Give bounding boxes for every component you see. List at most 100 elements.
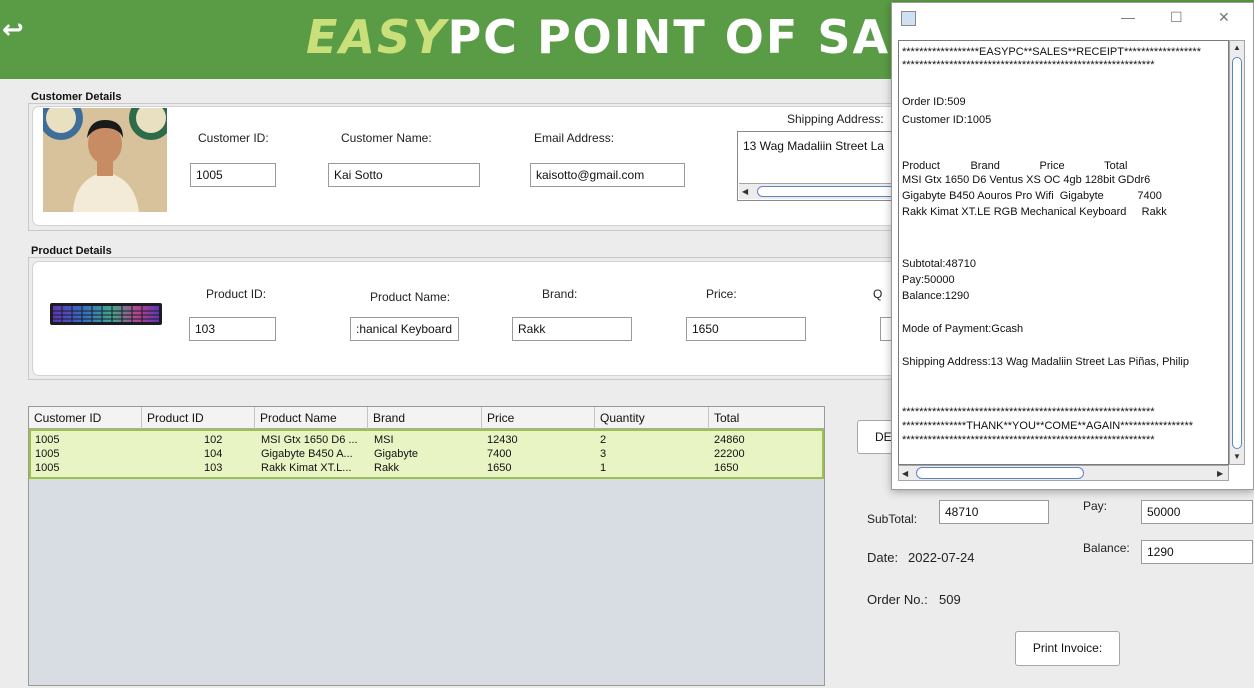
receipt-line: Pay:50000 xyxy=(902,274,955,286)
order-table-header: Customer ID Product ID Product Name Bran… xyxy=(29,407,824,429)
print-invoice-button[interactable]: Print Invoice: xyxy=(1015,631,1120,666)
customer-details-label: Customer Details xyxy=(31,91,122,103)
receipt-line: ****************************************… xyxy=(902,406,1155,418)
price-label: Price: xyxy=(706,287,737,301)
receipt-line: Subtotal:48710 xyxy=(902,258,977,270)
java-app-icon xyxy=(901,11,916,26)
receipt-hscroll[interactable]: ◀ ▶ xyxy=(898,465,1229,481)
quantity-label: Q xyxy=(873,287,883,301)
date-label: Date: xyxy=(867,550,899,565)
title-pc: PC xyxy=(447,10,519,64)
cell-price: 12430 xyxy=(487,434,518,446)
cell-price: 7400 xyxy=(487,448,512,460)
col-quantity[interactable]: Quantity xyxy=(595,407,709,429)
brand-label: Brand: xyxy=(542,287,578,301)
cell-product-name: Rakk Kimat XT.L... xyxy=(261,462,352,474)
price-field[interactable]: 1650 xyxy=(686,317,806,341)
customer-name-field[interactable]: Kai Sotto xyxy=(328,163,480,187)
product-image xyxy=(50,303,162,325)
cell-customer-id: 1005 xyxy=(35,462,60,474)
cell-price: 1650 xyxy=(487,462,512,474)
shipping-scroll-thumb[interactable] xyxy=(757,186,897,197)
cell-customer-id: 1005 xyxy=(35,448,60,460)
cell-product-id: 103 xyxy=(204,462,223,474)
order-table[interactable]: Customer ID Product ID Product Name Bran… xyxy=(28,406,825,686)
minimize-icon[interactable]: — xyxy=(1121,9,1135,25)
receipt-line: Shipping Address:13 Wag Madaliin Street … xyxy=(902,356,1189,368)
receipt-line: ******************EASYPC**SALES**RECEIPT… xyxy=(902,46,1201,58)
cell-product-name: MSI Gtx 1650 D6 ... xyxy=(261,434,358,446)
pay-field[interactable]: 50000 xyxy=(1141,500,1253,524)
scroll-up-icon[interactable]: ▲ xyxy=(1233,43,1241,52)
title-easy: EASY xyxy=(306,10,448,64)
cell-total: 22200 xyxy=(714,448,745,460)
shipping-hscroll[interactable]: ◀ xyxy=(739,183,897,199)
cell-customer-id: 1005 xyxy=(35,434,60,446)
date-value: 2022-07-24 xyxy=(908,550,975,565)
receipt-vscroll[interactable]: ▲ ▼ xyxy=(1229,40,1245,465)
email-field[interactable]: kaisotto@gmail.com xyxy=(530,163,685,187)
col-total[interactable]: Total xyxy=(709,407,824,429)
subtotal-field[interactable]: 48710 xyxy=(939,500,1049,524)
receipt-line: ****************************************… xyxy=(902,59,1155,71)
email-label: Email Address: xyxy=(534,131,615,145)
cell-quantity: 1 xyxy=(600,462,607,474)
receipt-textarea[interactable]: ******************EASYPC**SALES**RECEIPT… xyxy=(898,40,1229,465)
cell-brand: Gigabyte xyxy=(374,448,419,460)
customer-name-label: Customer Name: xyxy=(341,131,432,145)
col-brand[interactable]: Brand xyxy=(368,407,482,429)
receipt-line: Gigabyte B450 Aouros Pro Wifi Gigabyte 7… xyxy=(902,190,1162,202)
table-row[interactable]: 1005 104 Gigabyte B450 A... Gigabyte 740… xyxy=(31,447,822,461)
receipt-hscroll-thumb[interactable] xyxy=(916,467,1084,479)
col-product-name[interactable]: Product Name xyxy=(255,407,368,429)
cell-brand: MSI xyxy=(374,434,394,446)
subtotal-label: SubTotal: xyxy=(867,512,918,526)
product-id-label: Product ID: xyxy=(206,287,267,301)
balance-label: Balance: xyxy=(1083,541,1130,555)
receipt-line: Customer ID:1005 xyxy=(902,114,992,126)
table-row[interactable]: 1005 103 Rakk Kimat XT.L... Rakk 1650 1 … xyxy=(31,461,822,475)
receipt-window[interactable]: — ☐ ✕ ******************EASYPC**SALES**R… xyxy=(891,2,1254,490)
product-name-field[interactable]: :hanical Keyboard xyxy=(350,317,459,341)
shipping-address-label: Shipping Address: xyxy=(787,112,884,126)
customer-photo xyxy=(43,108,167,212)
col-price[interactable]: Price xyxy=(482,407,595,429)
balance-field[interactable]: 1290 xyxy=(1141,540,1253,564)
order-table-body: 1005 102 MSI Gtx 1650 D6 ... MSI 12430 2… xyxy=(29,429,824,479)
customer-id-field[interactable]: 1005 xyxy=(190,163,276,187)
cell-total: 24860 xyxy=(714,434,745,446)
product-details-label: Product Details xyxy=(31,245,112,257)
app-title: EASYPC POINT OF SALES xyxy=(306,8,990,66)
table-row[interactable]: 1005 102 MSI Gtx 1650 D6 ... MSI 12430 2… xyxy=(31,433,822,447)
scroll-left-icon[interactable]: ◀ xyxy=(902,469,908,478)
receipt-vscroll-thumb[interactable] xyxy=(1232,57,1242,449)
receipt-window-titlebar[interactable]: — ☐ ✕ xyxy=(892,3,1253,34)
cell-product-name: Gigabyte B450 A... xyxy=(261,448,353,460)
cell-quantity: 2 xyxy=(600,434,607,446)
receipt-line: ***************THANK**YOU**COME**AGAIN**… xyxy=(902,420,1194,432)
col-product-id[interactable]: Product ID xyxy=(142,407,255,429)
back-icon[interactable]: ↩ xyxy=(2,14,24,44)
order-no-label: Order No.: xyxy=(867,592,928,607)
customer-id-label: Customer ID: xyxy=(198,131,269,145)
product-id-field[interactable]: 103 xyxy=(189,317,276,341)
receipt-line: Balance:1290 xyxy=(902,290,970,302)
maximize-icon[interactable]: ☐ xyxy=(1170,9,1183,26)
scroll-right-icon[interactable]: ▶ xyxy=(1217,469,1223,478)
receipt-line: Rakk Kimat XT.LE RGB Mechanical Keyboard… xyxy=(902,206,1167,218)
scroll-left-icon[interactable]: ◀ xyxy=(742,187,748,196)
order-no-value: 509 xyxy=(939,592,961,607)
cell-product-id: 102 xyxy=(204,434,223,446)
brand-field[interactable]: Rakk xyxy=(512,317,632,341)
product-name-label: Product Name: xyxy=(370,290,451,304)
col-customer-id[interactable]: Customer ID xyxy=(29,407,142,429)
close-icon[interactable]: ✕ xyxy=(1218,9,1230,26)
receipt-line: Product Brand Price Total xyxy=(902,160,1128,172)
receipt-line: Mode of Payment:Gcash xyxy=(902,323,1024,335)
cell-brand: Rakk xyxy=(374,462,400,474)
receipt-line: MSI Gtx 1650 D6 Ventus XS OC 4gb 128bit … xyxy=(902,174,1151,186)
pay-label: Pay: xyxy=(1083,499,1108,513)
receipt-line: ****************************************… xyxy=(902,434,1155,446)
scroll-down-icon[interactable]: ▼ xyxy=(1233,452,1241,461)
cell-quantity: 3 xyxy=(600,448,607,460)
